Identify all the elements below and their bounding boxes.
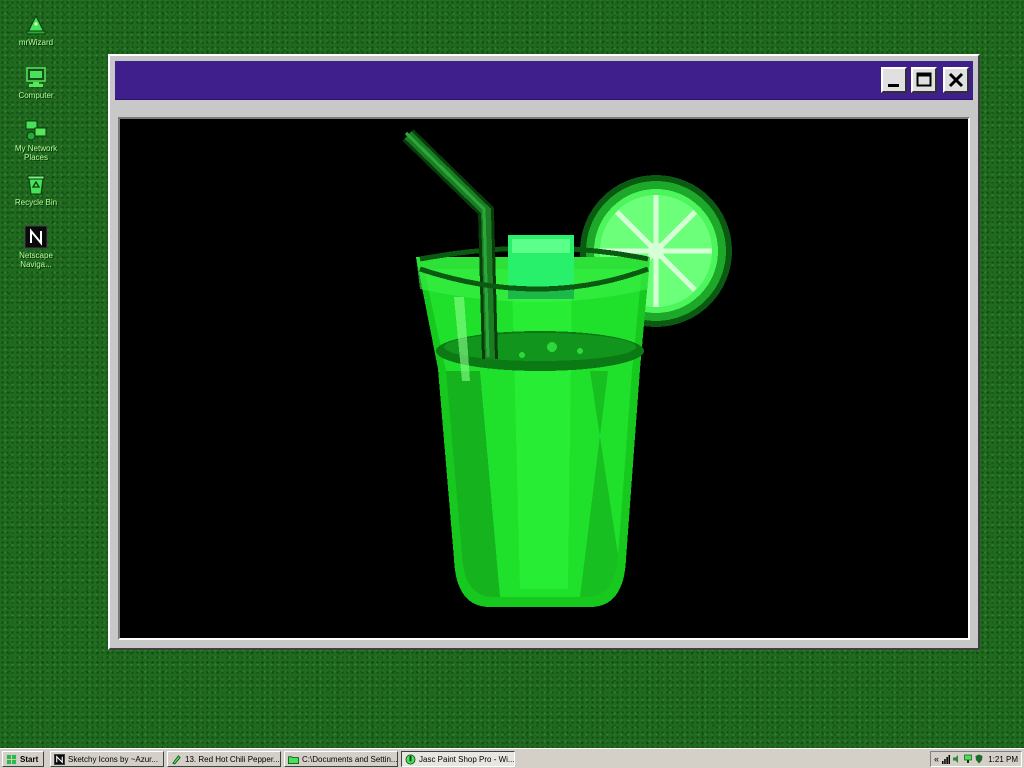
paint-shop-pro-icon (405, 754, 416, 764)
desktop-icon-label: Computer (18, 91, 54, 100)
maximize-button[interactable] (911, 67, 937, 93)
netscape-icon (24, 225, 48, 249)
taskbar-button-label: Sketchy Icons by ~Azur... (68, 754, 159, 764)
recycle-bin-icon (27, 175, 45, 195)
network-icon[interactable] (964, 754, 972, 764)
minimize-button[interactable] (881, 67, 907, 93)
minimize-icon (888, 84, 899, 87)
taskbar-button-paint-shop-pro[interactable]: Jasc Paint Shop Pro - Wi... (401, 751, 515, 767)
taskbar-button-label: Jasc Paint Shop Pro - Wi... (419, 754, 515, 764)
antivirus-icon[interactable] (975, 754, 983, 764)
browser-page-icon (54, 753, 65, 765)
image-canvas (118, 117, 970, 640)
image-window[interactable] (108, 54, 980, 650)
cocktail-illustration (402, 129, 732, 607)
desktop-icon-label: Netscape Naviga... (19, 251, 53, 269)
desktop-icon-network-places[interactable]: My Network Places (0, 118, 72, 162)
windows-logo-icon (6, 754, 17, 764)
desktop-icon-label: Recycle Bin (14, 198, 58, 207)
music-icon (172, 754, 181, 765)
tray-expand-button[interactable]: « (934, 754, 939, 764)
clock[interactable]: 1:21 PM (988, 755, 1018, 764)
taskbar: Start Sketchy Icons by ~Azur... 13. Red … (0, 748, 1024, 768)
system-tray: « 1:21 PM (930, 751, 1022, 767)
computer-icon (26, 67, 46, 87)
taskbar-button-sketchy-icons[interactable]: Sketchy Icons by ~Azur... (50, 751, 164, 767)
network-places-icon (25, 120, 47, 141)
taskbar-button-label: C:\Documents and Settin... (302, 754, 398, 764)
close-icon (948, 72, 964, 88)
desktop-icon-label: mrWizard (18, 38, 54, 47)
start-label: Start (20, 754, 39, 764)
signal-icon[interactable] (942, 754, 951, 764)
desktop-icon-label: My Network Places (14, 144, 58, 162)
volume-icon[interactable] (953, 754, 961, 764)
window-titlebar[interactable] (115, 61, 973, 100)
folder-icon (288, 755, 299, 764)
desktop-icon-recycle-bin[interactable]: Recycle Bin (0, 172, 72, 207)
wizard-hat-icon (26, 14, 46, 35)
taskbar-button-explorer[interactable]: C:\Documents and Settin... (284, 751, 398, 767)
desktop-icon-mrwizard[interactable]: mrWizard (0, 12, 72, 47)
desktop-icon-netscape[interactable]: Netscape Naviga... (0, 225, 72, 269)
taskbar-button-label: 13. Red Hot Chili Pepper... (185, 754, 280, 764)
start-button[interactable]: Start (2, 751, 44, 767)
close-button[interactable] (943, 67, 969, 93)
maximize-icon (916, 72, 932, 87)
desktop-icon-computer[interactable]: Computer (0, 65, 72, 100)
taskbar-button-music-player[interactable]: 13. Red Hot Chili Pepper... (167, 751, 281, 767)
